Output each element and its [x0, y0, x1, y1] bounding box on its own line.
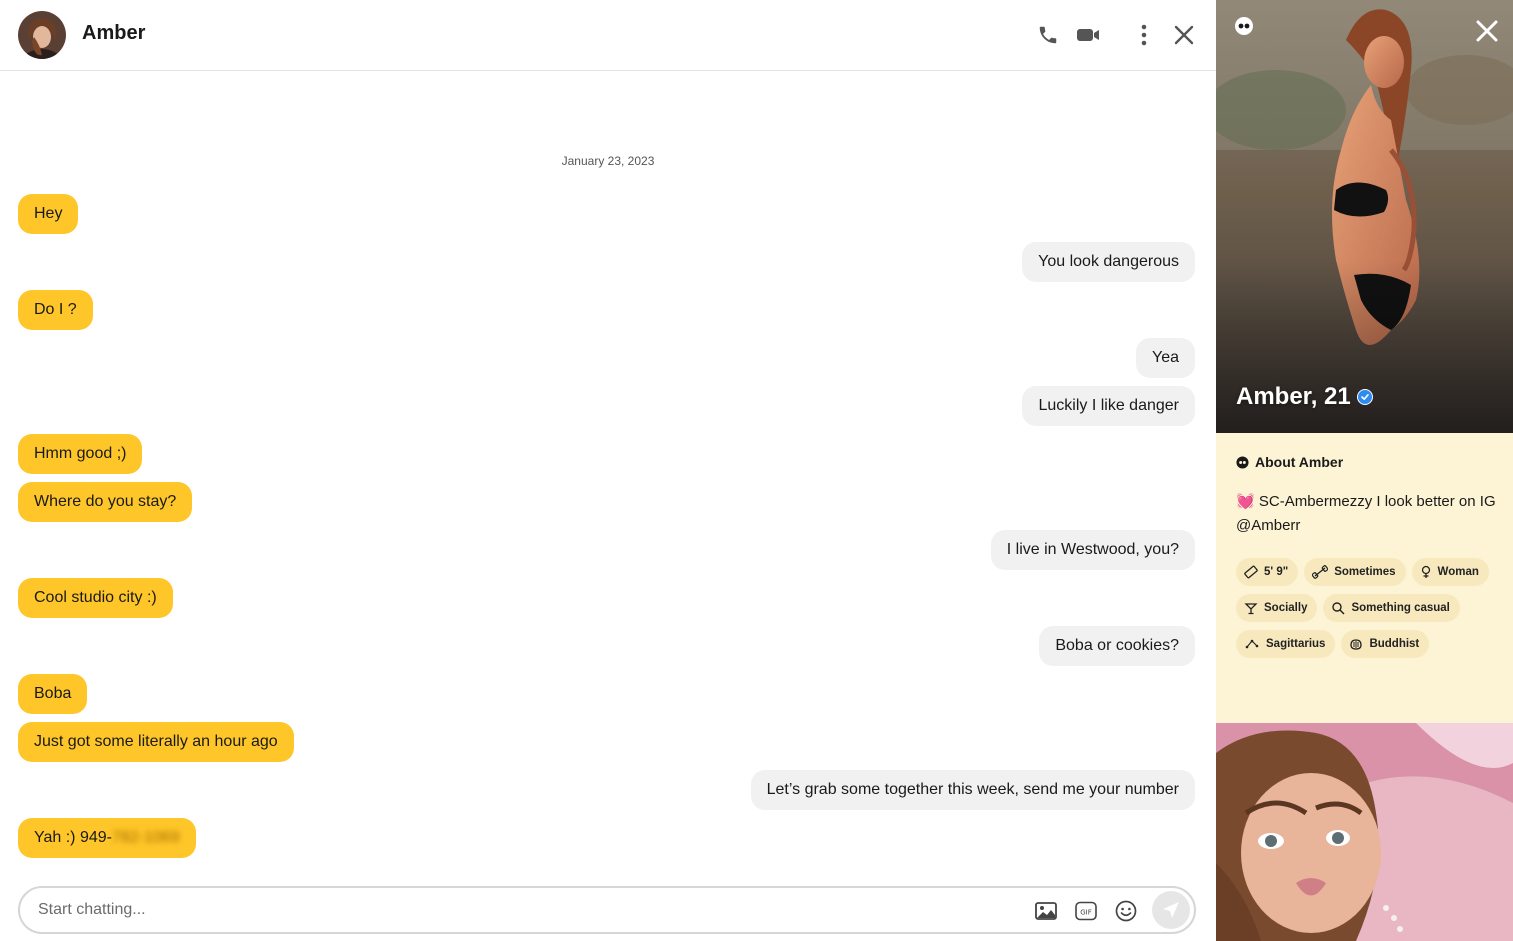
message-incoming[interactable]: Where do you stay?: [18, 482, 193, 522]
chip-zodiac: Sagittarius: [1236, 630, 1336, 658]
profile-photo[interactable]: [1216, 0, 1513, 433]
verified-badge-icon: [1356, 389, 1373, 405]
message-incoming[interactable]: Do I ?: [18, 290, 93, 330]
profile-name-age: Amber, 21: [1236, 383, 1351, 410]
drink-icon: [1244, 603, 1258, 615]
date-separator: January 23, 2023: [561, 154, 655, 168]
message-text: Yah :) 949-: [34, 829, 112, 846]
chip-looking-for: Something casual: [1323, 594, 1460, 622]
chip-label: Woman: [1437, 566, 1479, 578]
chip-label: Sometimes: [1334, 566, 1396, 578]
chip-label: Buddhist: [1369, 638, 1420, 650]
emoji-icon[interactable]: [1114, 899, 1138, 923]
religion-icon: [1350, 639, 1363, 650]
message-incoming[interactable]: Hey: [18, 194, 79, 234]
chip-drinking: Socially: [1236, 594, 1318, 622]
message-incoming[interactable]: Hmm good ;): [18, 434, 143, 474]
chat-header: Amber: [0, 0, 1216, 71]
bumble-logo-icon: [1234, 16, 1254, 36]
profile-panel: Amber, 21 About Amber 💓 SC-Ambermezzy I …: [1216, 0, 1513, 941]
chip-religion: Buddhist: [1341, 630, 1430, 658]
message-outgoing[interactable]: Let’s grab some together this week, send…: [750, 770, 1195, 810]
message-composer: GIF: [18, 886, 1196, 934]
bio-text: SC-Ambermezzy I look better on IG @Amber…: [1236, 493, 1496, 534]
chip-exercise: Sometimes: [1304, 558, 1406, 586]
profile-bio: 💓 SC-Ambermezzy I look better on IG @Amb…: [1236, 490, 1498, 538]
profile-attributes: 5' 9" Sometimes Woman Socially Something…: [1236, 558, 1506, 658]
message-incoming[interactable]: Yah :) 949-782-1069: [18, 818, 196, 858]
ruler-icon: [1244, 565, 1258, 579]
about-title-text: About Amber: [1255, 454, 1344, 470]
blurred-phone-number: 782-1069: [111, 829, 180, 846]
message-incoming[interactable]: Cool studio city :): [18, 578, 173, 618]
more-vertical-icon[interactable]: [1129, 20, 1159, 50]
message-outgoing[interactable]: I live in Westwood, you?: [990, 530, 1195, 570]
dumbbell-icon: [1312, 565, 1329, 579]
video-camera-icon[interactable]: [1073, 20, 1103, 50]
avatar[interactable]: [18, 11, 66, 59]
phone-icon[interactable]: [1033, 20, 1063, 50]
heart-emoji: 💓: [1236, 493, 1255, 510]
profile-photo-second[interactable]: [1216, 723, 1513, 941]
chip-label: Something casual: [1351, 602, 1450, 614]
gender-icon: [1421, 565, 1430, 578]
message-outgoing[interactable]: Boba or cookies?: [1039, 626, 1195, 666]
search-icon: [1332, 602, 1345, 615]
close-icon[interactable]: [1169, 20, 1199, 50]
message-incoming[interactable]: Just got some literally an hour ago: [18, 722, 294, 762]
chat-panel: Amber January 23, 2023 Hey You look dang…: [0, 0, 1216, 941]
about-section-title: About Amber: [1236, 454, 1343, 470]
bumble-icon: [1236, 455, 1249, 469]
zodiac-icon: [1245, 639, 1259, 649]
chat-contact-name[interactable]: Amber: [82, 22, 145, 45]
image-icon[interactable]: [1034, 899, 1058, 923]
gif-icon[interactable]: GIF: [1074, 899, 1098, 923]
close-profile-icon[interactable]: [1474, 18, 1500, 44]
profile-name: Amber, 21: [1236, 383, 1373, 411]
message-outgoing[interactable]: You look dangerous: [1022, 242, 1195, 282]
chip-label: 5' 9": [1264, 566, 1289, 578]
chip-height: 5' 9": [1236, 558, 1299, 586]
chat-input[interactable]: [38, 899, 998, 921]
message-outgoing[interactable]: Luckily I like danger: [1022, 386, 1195, 426]
chip-gender: Woman: [1411, 558, 1489, 586]
message-outgoing[interactable]: Yea: [1136, 338, 1195, 378]
send-button[interactable]: [1152, 891, 1190, 929]
message-incoming[interactable]: Boba: [18, 674, 88, 714]
chip-label: Socially: [1264, 602, 1308, 614]
send-icon: [1163, 902, 1179, 918]
chip-label: Sagittarius: [1266, 638, 1326, 650]
svg-text:GIF: GIF: [1080, 909, 1092, 917]
